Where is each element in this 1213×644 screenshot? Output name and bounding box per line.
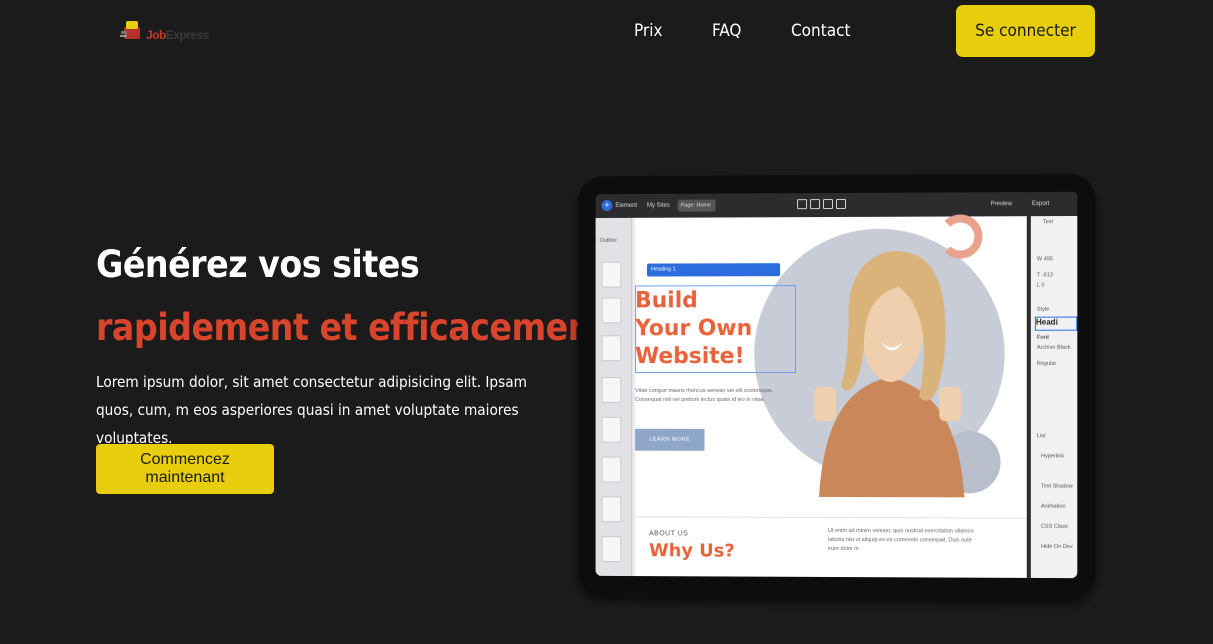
outline-thumb bbox=[602, 262, 622, 288]
outline-thumb bbox=[602, 377, 622, 403]
logo-text-express: Express bbox=[166, 28, 209, 42]
editor-canvas: Heading 1 Build Your Own Website! Vitae … bbox=[635, 216, 1027, 578]
panel-list-label: List bbox=[1037, 433, 1046, 439]
site-headline-line3: Website! bbox=[635, 343, 752, 371]
hero-title-line2: rapidement et efficacement bbox=[96, 306, 606, 349]
panel-style-label: Style bbox=[1037, 307, 1049, 313]
editor-element-menu: Element bbox=[615, 203, 637, 209]
hero-title-line1: Générez vos sites bbox=[96, 243, 419, 286]
outline-thumb bbox=[602, 496, 622, 522]
editor-preview: Preview bbox=[991, 201, 1013, 207]
add-element-icon: + bbox=[602, 200, 613, 211]
panel-hide-on-device: Hide On Dev bbox=[1041, 544, 1073, 550]
editor-topbar: + Element My Sites Page: Home Preview Ex… bbox=[596, 192, 1078, 218]
panel-font-name: Archivo Black bbox=[1037, 345, 1071, 351]
nav-link-faq[interactable]: FAQ bbox=[712, 21, 741, 41]
panel-width: W 495 bbox=[1037, 256, 1053, 262]
logo-icon bbox=[120, 17, 146, 43]
logo-text: JobExpress bbox=[146, 28, 209, 42]
panel-animation: Animation bbox=[1041, 504, 1066, 510]
site-headline-line2: Your Own bbox=[635, 315, 752, 343]
outline-label: Outline bbox=[600, 238, 617, 244]
outline-thumb bbox=[602, 335, 622, 361]
woman-thumbs-up-image bbox=[779, 246, 999, 497]
site-headline: Build Your Own Website! bbox=[635, 287, 752, 371]
properties-panel-body: Text W 495 T -613 L 0 Style Headi Font A… bbox=[1031, 216, 1077, 578]
site-about-text: Ut enim ad minim veniam, quis nostrud ex… bbox=[828, 527, 978, 555]
site-learn-more-button: LEARN MORE bbox=[635, 429, 704, 451]
outline-thumb bbox=[602, 457, 622, 483]
editor-outline-panel: Outline bbox=[596, 218, 633, 576]
panel-css-class: CSS Class bbox=[1041, 524, 1068, 530]
get-started-button[interactable]: Commencez maintenant bbox=[96, 444, 274, 494]
editor-properties-panel: Text W 495 T -613 L 0 Style Headi Font A… bbox=[1027, 216, 1078, 578]
panel-text-shadow: Text Shadow bbox=[1041, 483, 1073, 489]
tablet-screen: + Element My Sites Page: Home Preview Ex… bbox=[596, 192, 1078, 578]
text-format-toolbar: Heading 1 bbox=[647, 263, 780, 276]
outline-thumb bbox=[602, 536, 622, 562]
logo-text-job: Job bbox=[146, 28, 166, 42]
panel-font-label: Font bbox=[1037, 335, 1049, 341]
jobexpress-logo[interactable]: JobExpress bbox=[120, 17, 220, 47]
login-button[interactable]: Se connecter bbox=[956, 5, 1095, 57]
top-navbar: JobExpress Prix FAQ Contact Se connecter bbox=[0, 0, 1213, 70]
nav-link-prix[interactable]: Prix bbox=[634, 21, 663, 41]
editor-my-sites: My Sites bbox=[647, 203, 670, 209]
editor-export: Export bbox=[1032, 201, 1050, 207]
panel-font-weight: Regular bbox=[1037, 361, 1056, 367]
outline-thumb bbox=[602, 417, 622, 443]
device-switcher-icons bbox=[797, 199, 857, 211]
toolbar-heading-select: Heading 1 bbox=[651, 266, 676, 272]
site-headline-line1: Build bbox=[635, 287, 752, 315]
panel-heading-style: Headi bbox=[1035, 317, 1077, 331]
panel-text-tab: Text bbox=[1043, 219, 1053, 225]
outline-thumb bbox=[602, 297, 622, 323]
panel-left: L 0 bbox=[1037, 282, 1045, 288]
editor-page-pill: Page: Home bbox=[678, 200, 716, 212]
hero-description: Lorem ipsum dolor, sit amet consectetur … bbox=[96, 368, 536, 452]
panel-top: T -613 bbox=[1037, 272, 1053, 278]
nav-link-contact[interactable]: Contact bbox=[791, 21, 851, 41]
site-about-label: ABOUT US bbox=[649, 530, 688, 537]
panel-hyperlink: Hyperlink bbox=[1041, 453, 1064, 459]
tablet-mockup: + Element My Sites Page: Home Preview Ex… bbox=[578, 174, 1096, 599]
section-divider bbox=[635, 516, 1027, 518]
site-body-text: Vitae congue mauris rhoncus aenean vel e… bbox=[635, 387, 774, 405]
site-why-heading: Why Us? bbox=[649, 540, 735, 561]
